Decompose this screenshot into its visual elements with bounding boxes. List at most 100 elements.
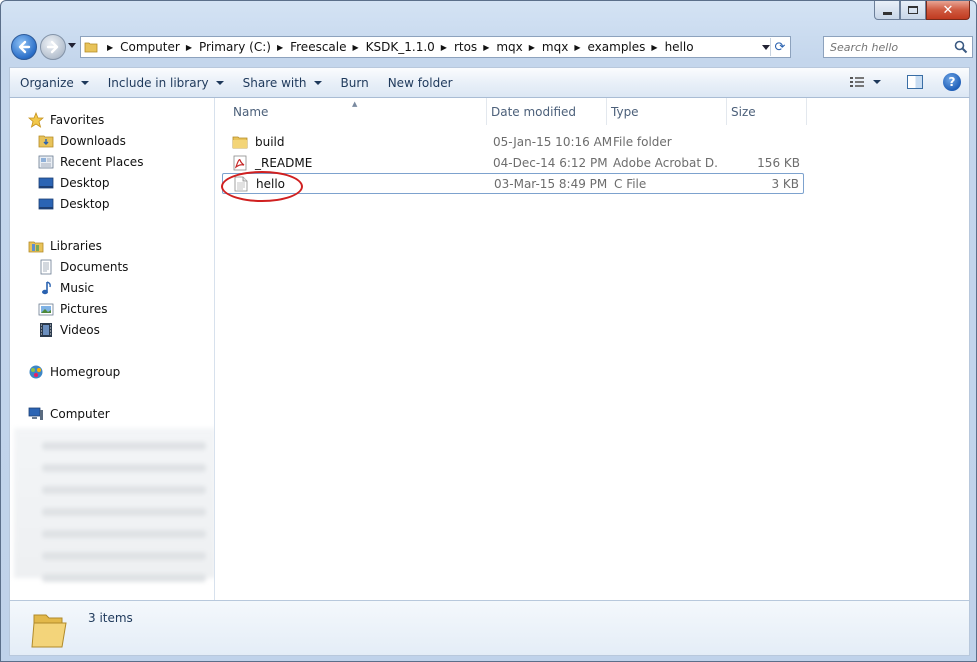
desktop-icon [38, 175, 54, 191]
maximize-icon [908, 6, 918, 14]
nav-libraries[interactable]: Libraries [28, 235, 102, 256]
nav-desktop-2[interactable]: Desktop [38, 193, 110, 214]
help-icon[interactable]: ? [943, 73, 961, 91]
nav-label: Videos [60, 322, 100, 337]
maximize-button[interactable] [900, 1, 926, 20]
file-name-cell: build [232, 134, 285, 150]
file-type: Adobe Acrobat D... [613, 155, 717, 170]
column-label: Date modified [491, 104, 577, 119]
organize-label: Organize [20, 75, 74, 90]
breadcrumb-hello[interactable]: ▶ hello [645, 40, 693, 54]
file-type: File folder [613, 134, 672, 149]
include-in-library-button[interactable]: Include in library [98, 68, 233, 97]
file-row-build[interactable]: build 05-Jan-15 10:16 AM File folder [222, 131, 804, 152]
back-button[interactable] [11, 34, 37, 60]
minimize-button[interactable] [874, 1, 900, 20]
nav-downloads[interactable]: Downloads [38, 130, 126, 151]
nav-label: Desktop [60, 196, 110, 211]
breadcrumb-label: mqx [496, 40, 523, 54]
nav-desktop[interactable]: Desktop [38, 172, 110, 193]
column-label: Type [611, 104, 639, 119]
burn-button[interactable]: Burn [331, 68, 378, 97]
libraries-icon [28, 238, 44, 254]
refresh-button[interactable]: ⟳ [770, 38, 789, 56]
highlight-ellipse [221, 171, 303, 202]
file-row-hello[interactable]: hello 03-Mar-15 8:49 PM C File 3 KB [222, 173, 804, 194]
breadcrumb-label: Computer [120, 40, 180, 54]
breadcrumb-label: hello [664, 40, 694, 54]
share-with-button[interactable]: Share with [233, 68, 331, 97]
file-date: 04-Dec-14 6:12 PM [493, 155, 608, 170]
chevron-right-icon: ▶ [185, 42, 192, 52]
search-box [823, 36, 973, 58]
nav-documents[interactable]: Documents [38, 256, 128, 277]
organize-button[interactable]: Organize [10, 68, 98, 97]
breadcrumb-freescale[interactable]: ▶ Freescale [271, 40, 347, 54]
nav-computer[interactable]: Computer [28, 403, 110, 424]
nav-label: Recent Places [60, 154, 144, 169]
recent-pages-dropdown[interactable] [68, 43, 76, 48]
chevron-down-icon [215, 80, 224, 85]
explorer-window: ✕ ▶ Computer ▶ Primary (C:) ▶ Freescale ▶ KS… [0, 0, 977, 662]
new-folder-button[interactable]: New folder [378, 68, 462, 97]
nav-videos[interactable]: Videos [38, 319, 100, 340]
file-row-readme[interactable]: _README 04-Dec-14 6:12 PM Adobe Acrobat … [222, 152, 804, 173]
preview-pane-icon[interactable] [907, 75, 923, 89]
nav-label: Libraries [50, 238, 102, 253]
breadcrumb-examples[interactable]: ▶ examples [568, 40, 645, 54]
breadcrumb-rtos[interactable]: ▶ rtos [435, 40, 477, 54]
breadcrumb-computer[interactable]: ▶ Computer [101, 40, 180, 54]
nav-homegroup[interactable]: Homegroup [28, 361, 120, 382]
nav-pictures[interactable]: Pictures [38, 298, 108, 319]
arrow-left-icon [18, 40, 31, 54]
chevron-right-icon: ▶ [276, 42, 284, 52]
nav-label: Pictures [60, 301, 108, 316]
column-header-size[interactable]: Size [727, 98, 807, 125]
breadcrumb-primary-c[interactable]: ▶ Primary (C:) [180, 40, 271, 54]
nav-label: Favorites [50, 112, 105, 127]
address-dropdown[interactable] [762, 45, 770, 50]
address-bar[interactable]: ▶ Computer ▶ Primary (C:) ▶ Freescale ▶ KSDK… [80, 36, 791, 58]
file-list: Name ▲ Date modified Type Size build 05-… [215, 98, 970, 600]
redacted-area [14, 428, 214, 582]
breadcrumb-mqx-2[interactable]: ▶ mqx [523, 40, 569, 54]
column-label: Name [233, 104, 269, 119]
item-count: 3 items [88, 611, 133, 625]
chevron-down-icon [80, 80, 89, 85]
views-dropdown[interactable] [873, 80, 881, 84]
nav-recent-places[interactable]: Recent Places [38, 151, 143, 172]
chevron-right-icon: ▶ [107, 42, 114, 52]
chevron-right-icon: ▶ [440, 42, 447, 52]
nav-music[interactable]: Music [38, 277, 94, 298]
close-icon: ✕ [942, 2, 954, 18]
column-label: Size [731, 104, 756, 119]
column-header-type[interactable]: Type [607, 98, 727, 125]
breadcrumb-ksdk[interactable]: ▶ KSDK_1.1.0 [347, 40, 435, 54]
search-icon[interactable] [954, 40, 968, 54]
chevron-right-icon: ▶ [528, 42, 535, 52]
breadcrumb-mqx[interactable]: ▶ mqx [477, 40, 523, 54]
breadcrumb-label: examples [587, 40, 646, 54]
pdf-icon [232, 155, 248, 171]
nav-label: Documents [60, 259, 129, 274]
file-date: 05-Jan-15 10:16 AM [493, 134, 613, 149]
breadcrumb-label: rtos [453, 40, 478, 54]
breadcrumb-label: Primary (C:) [198, 40, 271, 54]
computer-icon [28, 406, 44, 422]
column-header-date[interactable]: Date modified [487, 98, 607, 125]
arrow-right-icon [46, 40, 59, 54]
folder-icon [31, 614, 67, 648]
burn-label: Burn [340, 75, 369, 90]
nav-label: Homegroup [50, 364, 121, 379]
forward-button[interactable] [40, 34, 66, 60]
column-header-name[interactable]: Name [229, 98, 487, 125]
music-icon [38, 280, 54, 296]
views-icon[interactable] [849, 75, 865, 89]
sort-ascending-icon: ▲ [352, 100, 358, 108]
nav-favorites[interactable]: Favorites [28, 109, 104, 130]
file-name: build [255, 134, 285, 149]
nav-label: Music [60, 280, 95, 295]
search-input[interactable] [830, 40, 948, 54]
file-name-cell: _README [232, 155, 312, 171]
close-button[interactable]: ✕ [926, 1, 970, 20]
